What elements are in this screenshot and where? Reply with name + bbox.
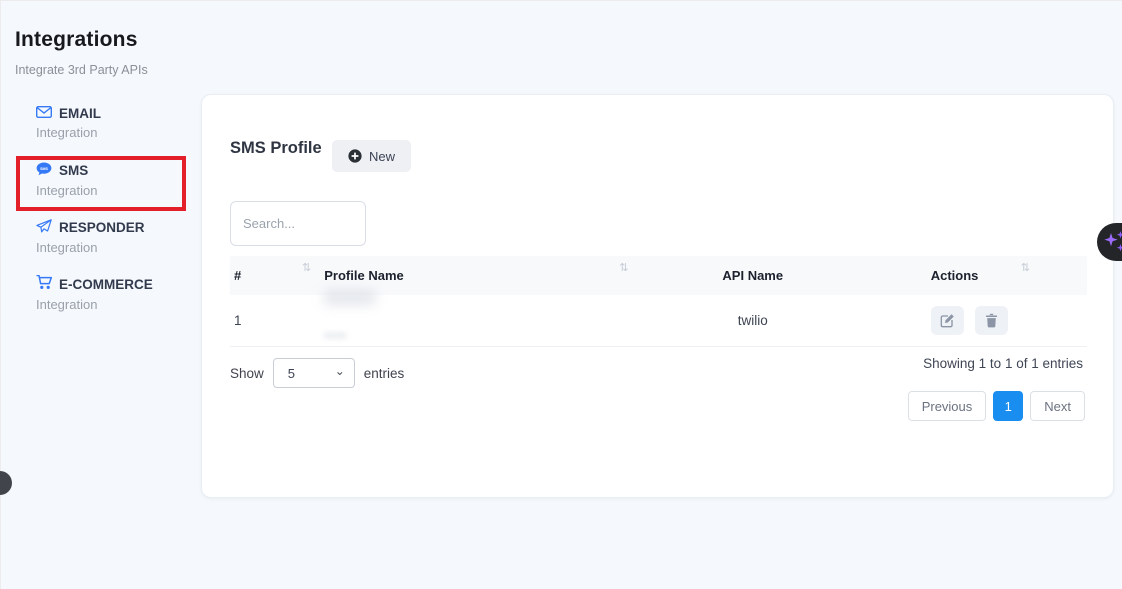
- paper-plane-icon: [36, 219, 52, 236]
- page-1-button[interactable]: 1: [993, 391, 1023, 421]
- sort-icon[interactable]: ⇅: [302, 261, 311, 274]
- entries-per-page-control: Show 5 ⌄ entries: [230, 358, 404, 388]
- column-header-api-name[interactable]: API Name: [633, 268, 873, 283]
- previous-page-button[interactable]: Previous: [908, 391, 987, 421]
- delete-button[interactable]: [975, 306, 1008, 335]
- pagination: Previous 1 Next: [908, 391, 1085, 421]
- shopping-cart-icon: [36, 275, 52, 293]
- column-header-actions[interactable]: Actions ⇅: [873, 268, 1087, 283]
- page-title: Integrations: [15, 28, 138, 52]
- page-subtitle: Integrate 3rd Party APIs: [15, 63, 148, 77]
- column-header-index[interactable]: # ⇅: [230, 268, 324, 283]
- sidebar-item-email[interactable]: EMAIL Integration: [15, 106, 190, 140]
- redacted-profile-name: [324, 290, 376, 305]
- sidebar-item-label: E-COMMERCE: [59, 277, 153, 292]
- sidebar-item-label: SMS: [59, 163, 88, 178]
- sidebar-item-responder[interactable]: RESPONDER Integration: [15, 219, 190, 255]
- column-header-profile-name[interactable]: Profile Name ⇅: [324, 268, 633, 283]
- plus-circle-icon: [348, 149, 362, 163]
- envelope-icon: [36, 106, 52, 121]
- show-label: Show: [230, 366, 264, 381]
- row-actions-cell: [873, 306, 1087, 335]
- search-input[interactable]: [230, 201, 366, 246]
- edit-button[interactable]: [931, 306, 964, 335]
- new-button-label: New: [369, 149, 395, 164]
- sidebar-item-sublabel: Integration: [36, 183, 190, 198]
- sms-profile-card: SMS Profile New # ⇅ Profile Name ⇅ API N…: [201, 94, 1114, 498]
- sort-icon[interactable]: ⇅: [1021, 261, 1030, 274]
- svg-text:SMS: SMS: [40, 167, 48, 171]
- sidebar-item-sublabel: Integration: [36, 125, 190, 140]
- redacted-profile-name-smudge: [324, 333, 346, 338]
- entries-select[interactable]: 5: [273, 358, 355, 388]
- left-edge-handle[interactable]: [0, 471, 12, 495]
- next-page-button[interactable]: Next: [1030, 391, 1085, 421]
- sidebar-item-sublabel: Integration: [36, 297, 190, 312]
- sidebar-item-sublabel: Integration: [36, 240, 190, 255]
- new-profile-button[interactable]: New: [332, 140, 411, 172]
- sidebar-item-ecommerce[interactable]: E-COMMERCE Integration: [15, 275, 190, 312]
- sms-profile-table: # ⇅ Profile Name ⇅ API Name Actions ⇅ 1 …: [230, 256, 1087, 347]
- sidebar-item-label: RESPONDER: [59, 220, 145, 235]
- table-row: 1 twilio: [230, 295, 1087, 347]
- showing-entries-text: Showing 1 to 1 of 1 entries: [923, 356, 1083, 371]
- row-api-name-cell: twilio: [633, 313, 873, 328]
- sparkles-icon: [1104, 230, 1122, 254]
- sort-icon[interactable]: ⇅: [619, 261, 628, 274]
- edit-icon: [940, 313, 955, 328]
- trash-icon: [985, 313, 998, 328]
- chat-bubble-icon: SMS: [36, 162, 52, 179]
- sidebar-item-sms[interactable]: SMS SMS Integration: [15, 162, 190, 198]
- row-profile-name-cell: [324, 304, 633, 338]
- entries-label: entries: [364, 366, 405, 381]
- sidebar-item-label: EMAIL: [59, 106, 101, 121]
- row-index-cell: 1: [230, 313, 324, 328]
- panel-title: SMS Profile: [230, 139, 322, 158]
